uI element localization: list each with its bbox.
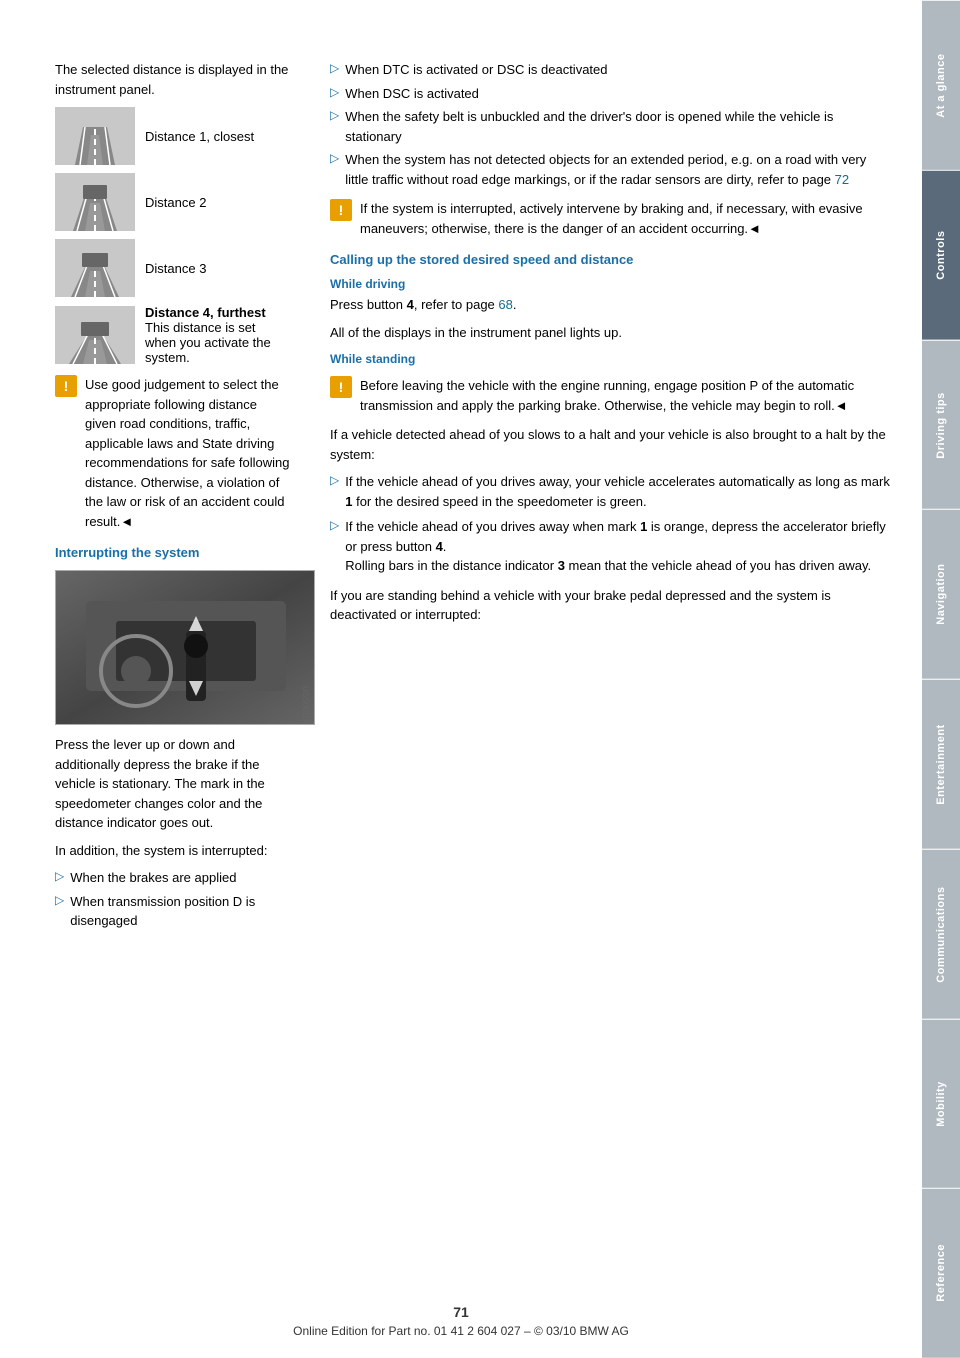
interrupting-heading: Interrupting the system: [55, 545, 290, 560]
right-arrow-icon-3: ▷: [330, 108, 339, 122]
sidebar-tab-entertainment[interactable]: Entertainment: [922, 679, 960, 849]
left-bullet-2-text: When transmission position D is disengag…: [70, 892, 290, 931]
left-bullet-1: ▷ When the brakes are applied: [55, 868, 290, 888]
intro-text: The selected distance is displayed in th…: [55, 60, 290, 99]
standing-bullet-2: ▷ If the vehicle ahead of you drives awa…: [330, 517, 892, 576]
right-bullet-2: ▷ When DSC is activated: [330, 84, 892, 104]
distance-4-extra: This distance is set when you activate t…: [145, 320, 290, 365]
sidebar-tab-navigation[interactable]: Navigation: [922, 509, 960, 679]
distance-4: Distance 4, furthest This distance is se…: [55, 305, 290, 365]
warning-box-2: ! If the system is interrupted, actively…: [330, 199, 892, 238]
while-driving-text2: All of the displays in the instrument pa…: [330, 323, 892, 343]
right-bullet-4-text: When the system has not detected objects…: [345, 150, 892, 189]
press-lever-text: Press the lever up or down and additiona…: [55, 735, 290, 833]
warning-text-3: Before leaving the vehicle with the engi…: [360, 376, 892, 415]
distance-1-label: Distance 1, closest: [145, 129, 254, 144]
standing-bullet-1: ▷ If the vehicle ahead of you drives awa…: [330, 472, 892, 511]
calling-heading: Calling up the stored desired speed and …: [330, 252, 892, 267]
distance-4-label: Distance 4, furthest: [145, 305, 290, 320]
right-bullet-2-text: When DSC is activated: [345, 84, 892, 104]
system-image: USS0015: [55, 570, 315, 725]
sidebar-tab-at-a-glance[interactable]: At a glance: [922, 0, 960, 170]
standing-arrow-icon-1: ▷: [330, 473, 339, 487]
while-standing-heading: While standing: [330, 352, 892, 366]
distance-2: Distance 2: [55, 173, 290, 231]
right-arrow-icon-4: ▷: [330, 151, 339, 165]
warning-text-2: If the system is interrupted, actively i…: [360, 199, 892, 238]
sidebar-tab-reference[interactable]: Reference: [922, 1188, 960, 1358]
right-bullet-1-text: When DTC is activated or DSC is deactiva…: [345, 60, 892, 80]
vehicle-detected-text: If a vehicle detected ahead of you slows…: [330, 425, 892, 464]
sidebar: At a glance Controls Driving tips Naviga…: [922, 0, 960, 1358]
in-addition-text: In addition, the system is interrupted:: [55, 841, 290, 861]
bullet-arrow-icon-2: ▷: [55, 893, 64, 907]
page-number: 71: [0, 1304, 922, 1320]
right-bullet-3-text: When the safety belt is unbuckled and th…: [345, 107, 892, 146]
warning-icon-1: !: [55, 375, 77, 397]
standing-bullet-2-text: If the vehicle ahead of you drives away …: [345, 517, 892, 576]
warning-text-1: Use good judgement to select the appropr…: [85, 375, 290, 531]
left-bullet-2: ▷ When transmission position D is diseng…: [55, 892, 290, 931]
distance-3-label: Distance 3: [145, 261, 206, 276]
standing-arrow-icon-2: ▷: [330, 518, 339, 532]
sidebar-tab-communications[interactable]: Communications: [922, 849, 960, 1019]
sidebar-tab-controls[interactable]: Controls: [922, 170, 960, 340]
while-driving-heading: While driving: [330, 277, 892, 291]
right-bullet-3: ▷ When the safety belt is unbuckled and …: [330, 107, 892, 146]
warning-box-1: ! Use good judgement to select the appro…: [55, 375, 290, 531]
warning-box-3: ! Before leaving the vehicle with the en…: [330, 376, 892, 415]
distance-3: Distance 3: [55, 239, 290, 297]
distance-1: Distance 1, closest: [55, 107, 290, 165]
warning-icon-2: !: [330, 199, 352, 221]
image-credit: USS0015: [301, 686, 310, 720]
standing-behind-text: If you are standing behind a vehicle wit…: [330, 586, 892, 625]
right-arrow-icon-1: ▷: [330, 61, 339, 75]
distance-2-label: Distance 2: [145, 195, 206, 210]
right-arrow-icon-2: ▷: [330, 85, 339, 99]
page-footer: 71 Online Edition for Part no. 01 41 2 6…: [0, 1304, 922, 1338]
standing-bullet-1-text: If the vehicle ahead of you drives away,…: [345, 472, 892, 511]
footer-text: Online Edition for Part no. 01 41 2 604 …: [0, 1324, 922, 1338]
warning-icon-3: !: [330, 376, 352, 398]
sidebar-tab-mobility[interactable]: Mobility: [922, 1019, 960, 1189]
sidebar-tab-driving-tips[interactable]: Driving tips: [922, 340, 960, 510]
right-bullet-4: ▷ When the system has not detected objec…: [330, 150, 892, 189]
while-driving-text1: Press button 4, refer to page 68.: [330, 295, 892, 315]
right-bullet-1: ▷ When DTC is activated or DSC is deacti…: [330, 60, 892, 80]
bullet-arrow-icon: ▷: [55, 869, 64, 883]
left-bullet-1-text: When the brakes are applied: [70, 868, 290, 888]
